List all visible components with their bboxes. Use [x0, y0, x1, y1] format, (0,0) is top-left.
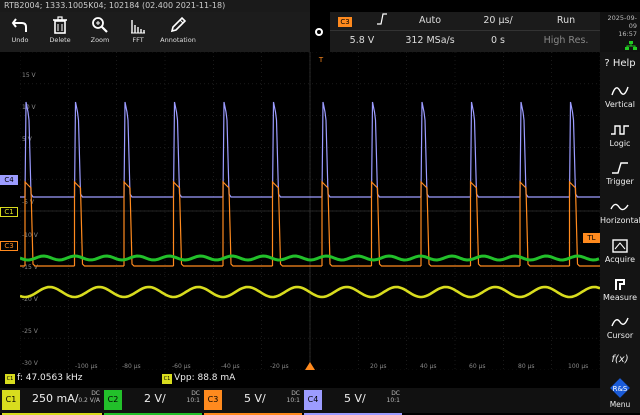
trash-icon: [53, 16, 67, 34]
channel-marker-c1[interactable]: C1: [0, 207, 18, 217]
horizontal-offset[interactable]: 0 s: [468, 32, 528, 49]
fft-icon: [131, 20, 145, 34]
help-icon: ?: [604, 58, 610, 69]
sidebar-trigger[interactable]: Trigger: [600, 157, 640, 196]
y-axis-label: -25 V: [22, 328, 39, 335]
y-axis-label: -30 V: [22, 360, 39, 367]
run-indicator-icon: [315, 28, 323, 36]
trace-c2: [19, 254, 600, 262]
x-axis-label: 60 µs: [469, 363, 486, 370]
rs-logo-icon: R&S: [610, 378, 630, 398]
sidebar-menu[interactable]: R&S Menu: [600, 374, 640, 413]
acquire-icon: [612, 239, 628, 253]
x-axis-label: -20 µs: [270, 363, 289, 370]
sidebar: ? Help Vertical Logic Trigger Horizontal…: [600, 52, 640, 413]
x-axis-label: 80 µs: [518, 363, 535, 370]
fft-button[interactable]: FFT: [120, 12, 156, 52]
trigger-level[interactable]: 5.8 V: [332, 32, 392, 49]
channel-c4-scale: 5 V/: [344, 392, 366, 405]
trigger-panel[interactable]: C3 Auto 20 µs/ Run 5.8 V 312 MSa/s 0 s H…: [330, 12, 600, 52]
rising-edge-icon: [370, 12, 394, 29]
measurement-1-badge: C1: [5, 374, 15, 384]
sidebar-vertical[interactable]: Vertical: [600, 80, 640, 119]
channel-c3-scale: 5 V/: [244, 392, 266, 405]
trigger-source-badge: C3: [338, 17, 352, 27]
x-axis-label: 100 µs: [568, 363, 588, 370]
y-axis-label: 15 V: [22, 72, 37, 79]
network-icon: [600, 41, 637, 52]
channel-bar: C1 250 mA/ DC 0.2 V/A C2 2 V/ DC 10:1 C3 5…: [0, 388, 600, 415]
time: 16:57: [618, 30, 637, 38]
cursor-icon: [611, 317, 629, 327]
waveform-display[interactable]: 15 V 10 V5 V -5 V -10 V -15 V -20 V -25 V -30 V…: [0, 51, 640, 371]
date: 2025-09-09: [607, 14, 637, 30]
vertical-wave-icon: [611, 86, 629, 96]
sidebar-logic[interactable]: Logic: [600, 119, 640, 158]
trigger-edge-icon: [612, 162, 628, 174]
logic-icon: [611, 125, 629, 135]
undo-button[interactable]: Undo: [2, 12, 38, 52]
delete-button[interactable]: Delete: [42, 12, 78, 52]
window-title: RTB2004; 1333.1005K04; 102184 (02.400 20…: [0, 0, 310, 12]
y-axis-label: 10 V: [22, 104, 37, 111]
trigger-mode[interactable]: Auto: [400, 12, 460, 29]
x-axis-label: -40 µs: [221, 363, 240, 370]
measurement-2-value[interactable]: Vpp: 88.8 mA: [174, 373, 235, 383]
function-fx-button[interactable]: f(x): [600, 350, 640, 370]
x-axis-label: -100 µs: [75, 363, 97, 370]
sidebar-measure[interactable]: Measure: [600, 273, 640, 312]
toolbar: Undo Delete Zoom FFT Annotation: [0, 12, 310, 52]
annotation-button[interactable]: Annotation: [158, 12, 198, 52]
acquisition-mode[interactable]: High Res.: [536, 32, 596, 49]
channel-marker-c3[interactable]: C3: [0, 241, 18, 251]
pencil-icon: [170, 16, 187, 33]
measure-icon: [615, 279, 625, 290]
x-axis-label: 20 µs: [370, 363, 387, 370]
x-axis-label: 40 µs: [420, 363, 437, 370]
sidebar-acquire[interactable]: Acquire: [600, 235, 640, 274]
channel-c2-button[interactable]: C2 2 V/ DC 10:1: [104, 388, 202, 415]
measurement-bar: C1 f: 47.0563 kHz C1 Vpp: 88.8 mA: [0, 371, 600, 387]
x-axis-label: -60 µs: [172, 363, 191, 370]
timebase[interactable]: 20 µs/: [468, 12, 528, 29]
sample-rate[interactable]: 312 MSa/s: [400, 32, 460, 49]
y-axis-label: -5 V: [22, 199, 35, 206]
trigger-level-marker[interactable]: TL: [583, 233, 600, 243]
channel-marker-c4[interactable]: C4: [0, 175, 18, 185]
channel-c2-scale: 2 V/: [144, 392, 166, 405]
channel-c1-button[interactable]: C1 250 mA/ DC 0.2 V/A: [2, 388, 102, 415]
measurement-2-badge: C1: [162, 374, 172, 384]
horizontal-wave-icon: [610, 203, 629, 211]
x-axis-label: -80 µs: [122, 363, 141, 370]
svg-text:R&S: R&S: [613, 385, 628, 393]
channel-c1-scale: 250 mA/: [32, 392, 79, 405]
trigger-position-marker[interactable]: T: [316, 54, 326, 66]
measurement-1-value[interactable]: f: 47.0563 kHz: [17, 373, 83, 383]
waveform-svg[interactable]: 15 V10 V5 V-5 V-10 V-15 V-20 V-25 V-30 V…: [0, 51, 640, 371]
undo-icon: [11, 18, 27, 32]
datetime: 2025-09-09 16:57: [600, 12, 640, 52]
zoom-button[interactable]: Zoom: [82, 12, 118, 52]
run-stop-state[interactable]: Run: [536, 12, 596, 29]
channel-c4-button[interactable]: C4 5 V/ DC 10:1: [304, 388, 402, 415]
sidebar-cursor[interactable]: Cursor: [600, 311, 640, 350]
sidebar-horizontal[interactable]: Horizontal: [600, 196, 640, 235]
channel-c3-button[interactable]: C3 5 V/ DC 10:1: [204, 388, 302, 415]
trigger-ground-marker: [305, 362, 315, 370]
y-axis-label: 5 V: [22, 136, 33, 143]
zoom-icon: [92, 17, 108, 33]
